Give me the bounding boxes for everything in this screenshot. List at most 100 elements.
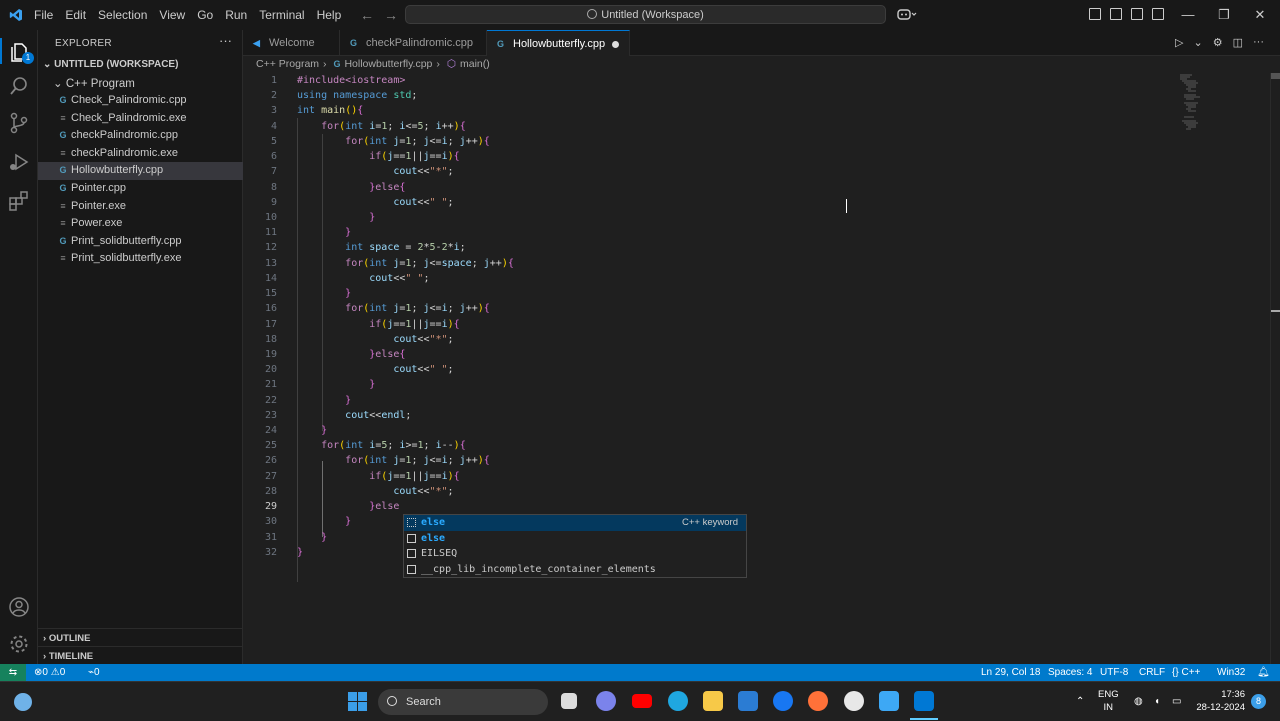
file-item[interactable]: G Check_Palindromic.cpp bbox=[38, 92, 243, 110]
copilot-icon[interactable] bbox=[897, 8, 919, 22]
taskbar-search[interactable]: Search bbox=[378, 689, 548, 715]
menu-file[interactable]: File bbox=[34, 8, 53, 22]
problems-indicator[interactable]: ⊗0 ⚠0 bbox=[34, 664, 65, 681]
edge-browser-icon[interactable] bbox=[668, 691, 688, 711]
toggle-sidebar-icon[interactable] bbox=[1110, 8, 1122, 20]
code-lines[interactable]: #include<iostream> using namespace std; in… bbox=[297, 73, 514, 560]
menu-view[interactable]: View bbox=[159, 8, 185, 22]
file-item-selected[interactable]: G Hollowbutterfly.cpp bbox=[38, 162, 243, 180]
minimap[interactable] bbox=[1178, 73, 1208, 133]
code-line[interactable]: } bbox=[297, 225, 514, 240]
code-line[interactable]: cout<<"*"; bbox=[297, 332, 514, 347]
source-control-icon[interactable] bbox=[8, 112, 30, 134]
code-line[interactable]: cout<<" "; bbox=[297, 362, 514, 377]
folder-cpp-program[interactable]: ⌄ C++ Program bbox=[53, 76, 135, 90]
command-center-search[interactable]: Untitled (Workspace) bbox=[405, 5, 886, 24]
windows-start-icon[interactable] bbox=[348, 692, 367, 711]
more-actions-icon[interactable]: ··· bbox=[219, 33, 232, 48]
platform[interactable]: Win32 bbox=[1217, 664, 1245, 681]
code-line[interactable]: for(int i=1; i<=5; i++){ bbox=[297, 119, 514, 134]
menu-go[interactable]: Go bbox=[197, 8, 213, 22]
code-line[interactable]: } bbox=[297, 393, 514, 408]
code-line[interactable]: } bbox=[297, 210, 514, 225]
code-line[interactable]: #include<iostream> bbox=[297, 73, 514, 88]
code-line[interactable]: if(j==1||j==i){ bbox=[297, 469, 514, 484]
code-line[interactable]: cout<<endl; bbox=[297, 408, 514, 423]
file-item[interactable]: ≡ Check_Palindromic.exe bbox=[38, 110, 243, 128]
split-editor-icon[interactable]: ◫ bbox=[1233, 36, 1243, 49]
clock[interactable]: 17:36 28-12-2024 bbox=[1195, 688, 1245, 714]
weather-icon[interactable] bbox=[14, 693, 32, 711]
run-debug-icon[interactable] bbox=[8, 151, 30, 173]
code-line[interactable]: cout<<"*"; bbox=[297, 484, 514, 499]
restore-icon[interactable]: ❐ bbox=[1206, 0, 1242, 30]
file-item[interactable]: G Print_solidbutterfly.cpp bbox=[38, 233, 243, 251]
gear-icon[interactable]: ⚙ bbox=[1213, 36, 1223, 49]
code-line[interactable]: for(int j=1; j<=i; j++){ bbox=[297, 301, 514, 316]
close-icon[interactable]: ✕ bbox=[1242, 0, 1278, 30]
menu-edit[interactable]: Edit bbox=[65, 8, 86, 22]
cursor-position[interactable]: Ln 29, Col 18 bbox=[981, 664, 1041, 681]
tab-hollowbutterfly[interactable]: G Hollowbutterfly.cpp bbox=[487, 30, 630, 56]
file-item[interactable]: ≡ Power.exe bbox=[38, 215, 243, 233]
vscode-taskbar-icon[interactable] bbox=[914, 691, 934, 711]
file-item[interactable]: ≡ Print_solidbutterfly.exe bbox=[38, 250, 243, 268]
chevron-up-icon[interactable]: ⌃ bbox=[1076, 682, 1084, 721]
code-editor[interactable]: 1 2 3 4 5 6 7 8 9 10 11 12 13 14 15 16 17 18 19 20 21 22 23 24 2… bbox=[243, 73, 1280, 664]
teams-chat-icon[interactable] bbox=[596, 691, 616, 711]
code-line[interactable]: int space = 2*5-2*i; bbox=[297, 240, 514, 255]
extensions-icon[interactable] bbox=[8, 190, 30, 212]
language-indicator[interactable]: ENG IN bbox=[1098, 688, 1119, 714]
account-icon[interactable] bbox=[8, 596, 30, 618]
chevron-down-icon[interactable]: ⌄ bbox=[1194, 36, 1203, 49]
task-view-icon[interactable] bbox=[561, 693, 577, 709]
editor-scrollbar[interactable] bbox=[1270, 73, 1280, 664]
menu-selection[interactable]: Selection bbox=[98, 8, 147, 22]
code-line[interactable]: for(int j=1; j<=i; j++){ bbox=[297, 134, 514, 149]
file-item[interactable]: GcheckPalindromic.cpp bbox=[38, 127, 243, 145]
facebook-icon[interactable] bbox=[773, 691, 793, 711]
breadcrumb-symbol[interactable]: main() bbox=[460, 58, 490, 70]
code-line[interactable]: } bbox=[297, 286, 514, 301]
menu-help[interactable]: Help bbox=[317, 8, 342, 22]
code-line[interactable]: }else{ bbox=[297, 347, 514, 362]
code-line[interactable]: } bbox=[297, 377, 514, 392]
timeline-section[interactable]: › TIMELINE bbox=[43, 651, 93, 662]
tab-welcome[interactable]: ◀ Welcome bbox=[243, 30, 340, 56]
menu-run[interactable]: Run bbox=[225, 8, 247, 22]
code-line[interactable]: for(int i=5; i>=1; i--){ bbox=[297, 438, 514, 453]
volume-icon[interactable]: ◖ bbox=[1154, 682, 1160, 721]
suggestion-item[interactable]: __cpp_lib_incomplete_container_elements bbox=[404, 562, 746, 578]
remote-indicator-icon[interactable]: ⇆ bbox=[0, 664, 26, 681]
menu-terminal[interactable]: Terminal bbox=[259, 8, 304, 22]
firefox-icon[interactable] bbox=[808, 691, 828, 711]
code-line[interactable]: for(int j=1; j<=i; j++){ bbox=[297, 453, 514, 468]
code-line[interactable]: cout<<" "; bbox=[297, 195, 514, 210]
file-item[interactable]: G Pointer.cpp bbox=[38, 180, 243, 198]
code-line[interactable]: cout<<" "; bbox=[297, 271, 514, 286]
toggle-layout-icon[interactable] bbox=[1089, 8, 1101, 20]
file-explorer-icon[interactable] bbox=[703, 691, 723, 711]
back-arrow-icon[interactable]: ← bbox=[360, 7, 374, 23]
code-line[interactable]: }else bbox=[297, 499, 514, 514]
search-activity-icon[interactable] bbox=[8, 75, 30, 97]
suggestion-item[interactable]: else bbox=[404, 531, 746, 547]
breadcrumb-folder[interactable]: C++ Program bbox=[256, 58, 319, 70]
language-mode[interactable]: {} C++ bbox=[1172, 664, 1200, 681]
end-of-line[interactable]: CRLF bbox=[1139, 664, 1165, 681]
toggle-secondary-sidebar-icon[interactable] bbox=[1152, 8, 1164, 20]
code-line[interactable]: }else{ bbox=[297, 180, 514, 195]
unsaved-dot-icon[interactable] bbox=[612, 41, 619, 48]
battery-icon[interactable]: ▭ bbox=[1172, 682, 1181, 721]
minimize-icon[interactable]: — bbox=[1170, 0, 1206, 30]
forward-arrow-icon[interactable]: → bbox=[384, 7, 398, 23]
code-line[interactable]: for(int j=1; j<=space; j++){ bbox=[297, 256, 514, 271]
settings-gear-icon[interactable] bbox=[8, 633, 30, 655]
encoding[interactable]: UTF-8 bbox=[1100, 664, 1128, 681]
code-line[interactable]: if(j==1||j==i){ bbox=[297, 317, 514, 332]
workspace-header[interactable]: ⌄ UNTITLED (WORKSPACE) bbox=[43, 59, 178, 70]
microsoft-store-icon[interactable] bbox=[738, 691, 758, 711]
notification-badge[interactable]: 8 bbox=[1251, 694, 1266, 709]
code-line[interactable]: cout<<"*"; bbox=[297, 164, 514, 179]
outline-section[interactable]: › OUTLINE bbox=[43, 633, 91, 644]
